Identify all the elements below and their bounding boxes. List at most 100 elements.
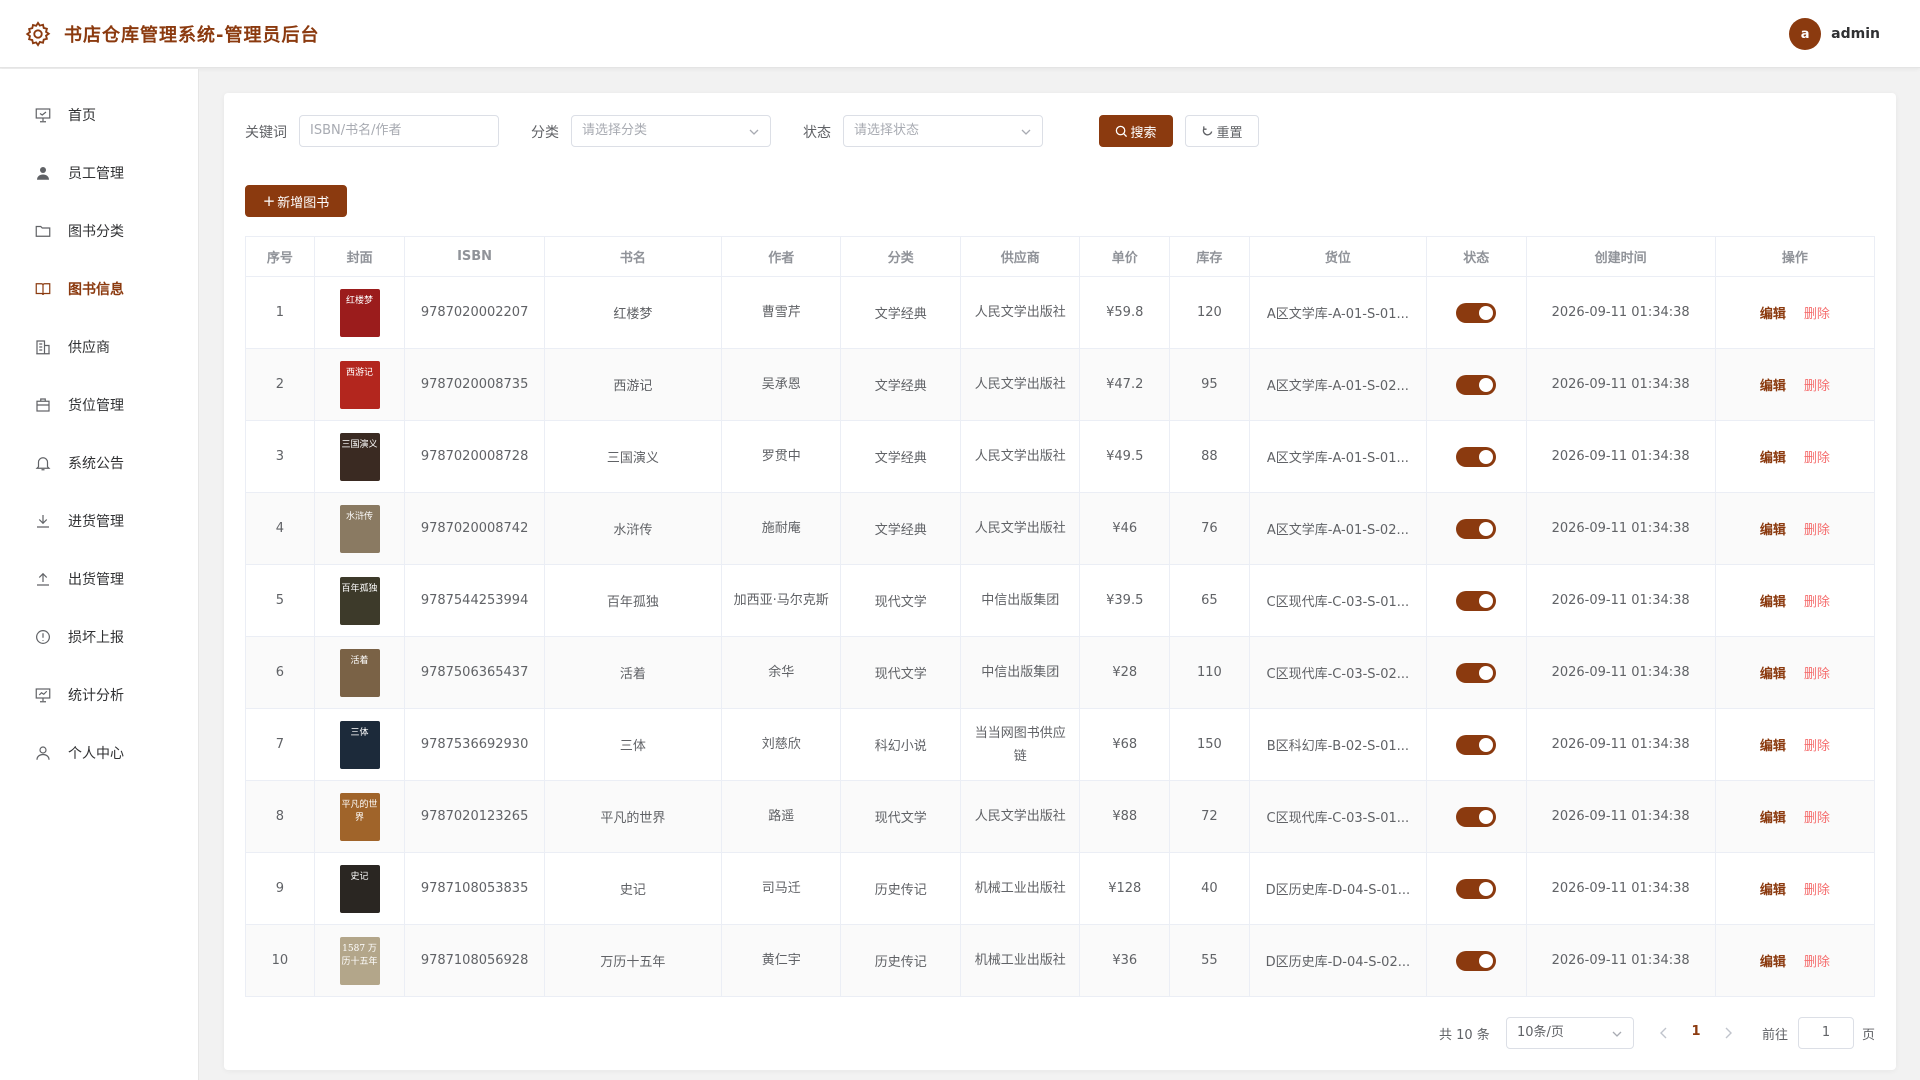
edit-button[interactable]: 编辑 xyxy=(1760,447,1786,466)
edit-button[interactable]: 编辑 xyxy=(1760,951,1786,970)
refresh-icon xyxy=(1203,125,1213,135)
column-header[interactable]: 操作 xyxy=(1716,237,1875,276)
cell-category: 科幻小说 xyxy=(841,709,961,780)
column-header[interactable]: 供应商 xyxy=(961,237,1081,276)
cell-title: 红楼梦 xyxy=(545,277,722,348)
cell-author: 余华 xyxy=(722,637,842,708)
delete-button[interactable]: 删除 xyxy=(1804,519,1830,538)
cell-category: 文学经典 xyxy=(841,493,961,564)
cell-status xyxy=(1427,277,1527,348)
edit-button[interactable]: 编辑 xyxy=(1760,735,1786,754)
delete-button[interactable]: 删除 xyxy=(1804,663,1830,682)
delete-button[interactable]: 删除 xyxy=(1804,807,1830,826)
edit-button[interactable]: 编辑 xyxy=(1760,519,1786,538)
page-size-select[interactable]: 10条/页 xyxy=(1506,1017,1634,1049)
delete-button[interactable]: 删除 xyxy=(1804,951,1830,970)
cell-status xyxy=(1427,781,1527,852)
column-header[interactable]: 序号 xyxy=(246,237,315,276)
status-toggle[interactable] xyxy=(1456,374,1497,395)
status-toggle[interactable] xyxy=(1456,806,1497,827)
sidebar-item-category[interactable]: 图书分类 xyxy=(0,202,199,260)
edit-button[interactable]: 编辑 xyxy=(1760,663,1786,682)
cell-created: 2026-09-11 01:34:38 xyxy=(1527,709,1716,780)
cell-author: 吴承恩 xyxy=(722,349,842,420)
cell-location: D区历史库-D-04-S-02... xyxy=(1250,925,1427,996)
sidebar-item-stock-in[interactable]: 进货管理 xyxy=(0,492,199,550)
column-header[interactable]: 单价 xyxy=(1080,237,1171,276)
status-placeholder: 请选择状态 xyxy=(854,123,920,138)
cell-price: ¥68 xyxy=(1080,709,1171,780)
cell-title: 万历十五年 xyxy=(545,925,722,996)
delete-button[interactable]: 删除 xyxy=(1804,303,1830,322)
sidebar-item-home[interactable]: 首页 xyxy=(0,86,199,144)
delete-button[interactable]: 删除 xyxy=(1804,735,1830,754)
box-icon xyxy=(36,398,50,412)
sidebar-item-statistics[interactable]: 统计分析 xyxy=(0,666,199,724)
cell-stock: 95 xyxy=(1170,349,1250,420)
column-header[interactable]: ISBN xyxy=(405,237,545,276)
edit-button[interactable]: 编辑 xyxy=(1760,375,1786,394)
sidebar-item-stock-out[interactable]: 出货管理 xyxy=(0,550,199,608)
status-toggle[interactable] xyxy=(1456,518,1497,539)
status-toggle[interactable] xyxy=(1456,734,1497,755)
edit-button[interactable]: 编辑 xyxy=(1760,807,1786,826)
cell-location: C区现代库-C-03-S-01... xyxy=(1250,565,1427,636)
delete-button[interactable]: 删除 xyxy=(1804,879,1830,898)
edit-button[interactable]: 编辑 xyxy=(1760,303,1786,322)
cell-stock: 76 xyxy=(1170,493,1250,564)
column-header[interactable]: 作者 xyxy=(722,237,842,276)
column-header[interactable]: 库存 xyxy=(1170,237,1250,276)
cell-supplier: 机械工业出版社 xyxy=(961,853,1081,924)
cell-supplier: 人民文学出版社 xyxy=(961,277,1081,348)
cell-price: ¥47.2 xyxy=(1080,349,1171,420)
sidebar-item-supplier[interactable]: 供应商 xyxy=(0,318,199,376)
chevron-left-icon[interactable] xyxy=(1656,1025,1672,1041)
search-button[interactable]: 搜索 xyxy=(1099,115,1173,147)
column-header[interactable]: 书名 xyxy=(545,237,722,276)
page-number-current[interactable]: 1 xyxy=(1686,1024,1706,1039)
goto-page-input[interactable]: 1 xyxy=(1798,1017,1854,1049)
chevron-right-icon[interactable] xyxy=(1720,1025,1736,1041)
pagination-total: 共 10 条 xyxy=(1439,1028,1490,1043)
cell-index: 5 xyxy=(246,565,315,636)
cell-author: 刘慈欣 xyxy=(722,709,842,780)
cell-location: B区科幻库-B-02-S-01... xyxy=(1250,709,1427,780)
sidebar-item-book-info[interactable]: 图书信息 xyxy=(0,260,199,318)
sidebar-item-notice[interactable]: 系统公告 xyxy=(0,434,199,492)
status-toggle[interactable] xyxy=(1456,950,1497,971)
status-toggle[interactable] xyxy=(1456,302,1497,323)
status-toggle[interactable] xyxy=(1456,590,1497,611)
keyword-input[interactable]: ISBN/书名/作者 xyxy=(299,115,499,147)
delete-button[interactable]: 删除 xyxy=(1804,447,1830,466)
column-header[interactable]: 状态 xyxy=(1427,237,1527,276)
cell-title: 三国演义 xyxy=(545,421,722,492)
status-toggle[interactable] xyxy=(1456,662,1497,683)
delete-button[interactable]: 删除 xyxy=(1804,591,1830,610)
cell-index: 4 xyxy=(246,493,315,564)
sidebar-item-location[interactable]: 货位管理 xyxy=(0,376,199,434)
keyword-label: 关键词 xyxy=(245,125,287,141)
reset-button[interactable]: 重置 xyxy=(1185,115,1259,147)
cell-cover: 平凡的世界 xyxy=(315,781,406,852)
column-header[interactable]: 货位 xyxy=(1250,237,1427,276)
column-header[interactable]: 分类 xyxy=(841,237,961,276)
delete-button[interactable]: 删除 xyxy=(1804,375,1830,394)
edit-button[interactable]: 编辑 xyxy=(1760,879,1786,898)
add-book-button[interactable]: + 新增图书 xyxy=(245,185,347,217)
cell-actions: 编辑 删除 xyxy=(1716,925,1875,996)
category-select[interactable]: 请选择分类 xyxy=(571,115,771,147)
username[interactable]: admin xyxy=(1831,26,1880,42)
sidebar-item-staff[interactable]: 员工管理 xyxy=(0,144,199,202)
user-menu[interactable]: a admin xyxy=(1789,18,1880,50)
sidebar-item-damage[interactable]: 损坏上报 xyxy=(0,608,199,666)
column-header[interactable]: 封面 xyxy=(315,237,406,276)
building-icon xyxy=(36,340,50,355)
table-header-row: 序号 封面 ISBN 书名 作者 分类 供应商 单价 库存 货位 状态 创建时间… xyxy=(246,237,1875,277)
avatar[interactable]: a xyxy=(1789,18,1822,50)
column-header[interactable]: 创建时间 xyxy=(1527,237,1716,276)
edit-button[interactable]: 编辑 xyxy=(1760,591,1786,610)
status-toggle[interactable] xyxy=(1456,446,1497,467)
status-toggle[interactable] xyxy=(1456,878,1497,899)
sidebar-item-profile[interactable]: 个人中心 xyxy=(0,724,199,782)
status-select[interactable]: 请选择状态 xyxy=(843,115,1043,147)
